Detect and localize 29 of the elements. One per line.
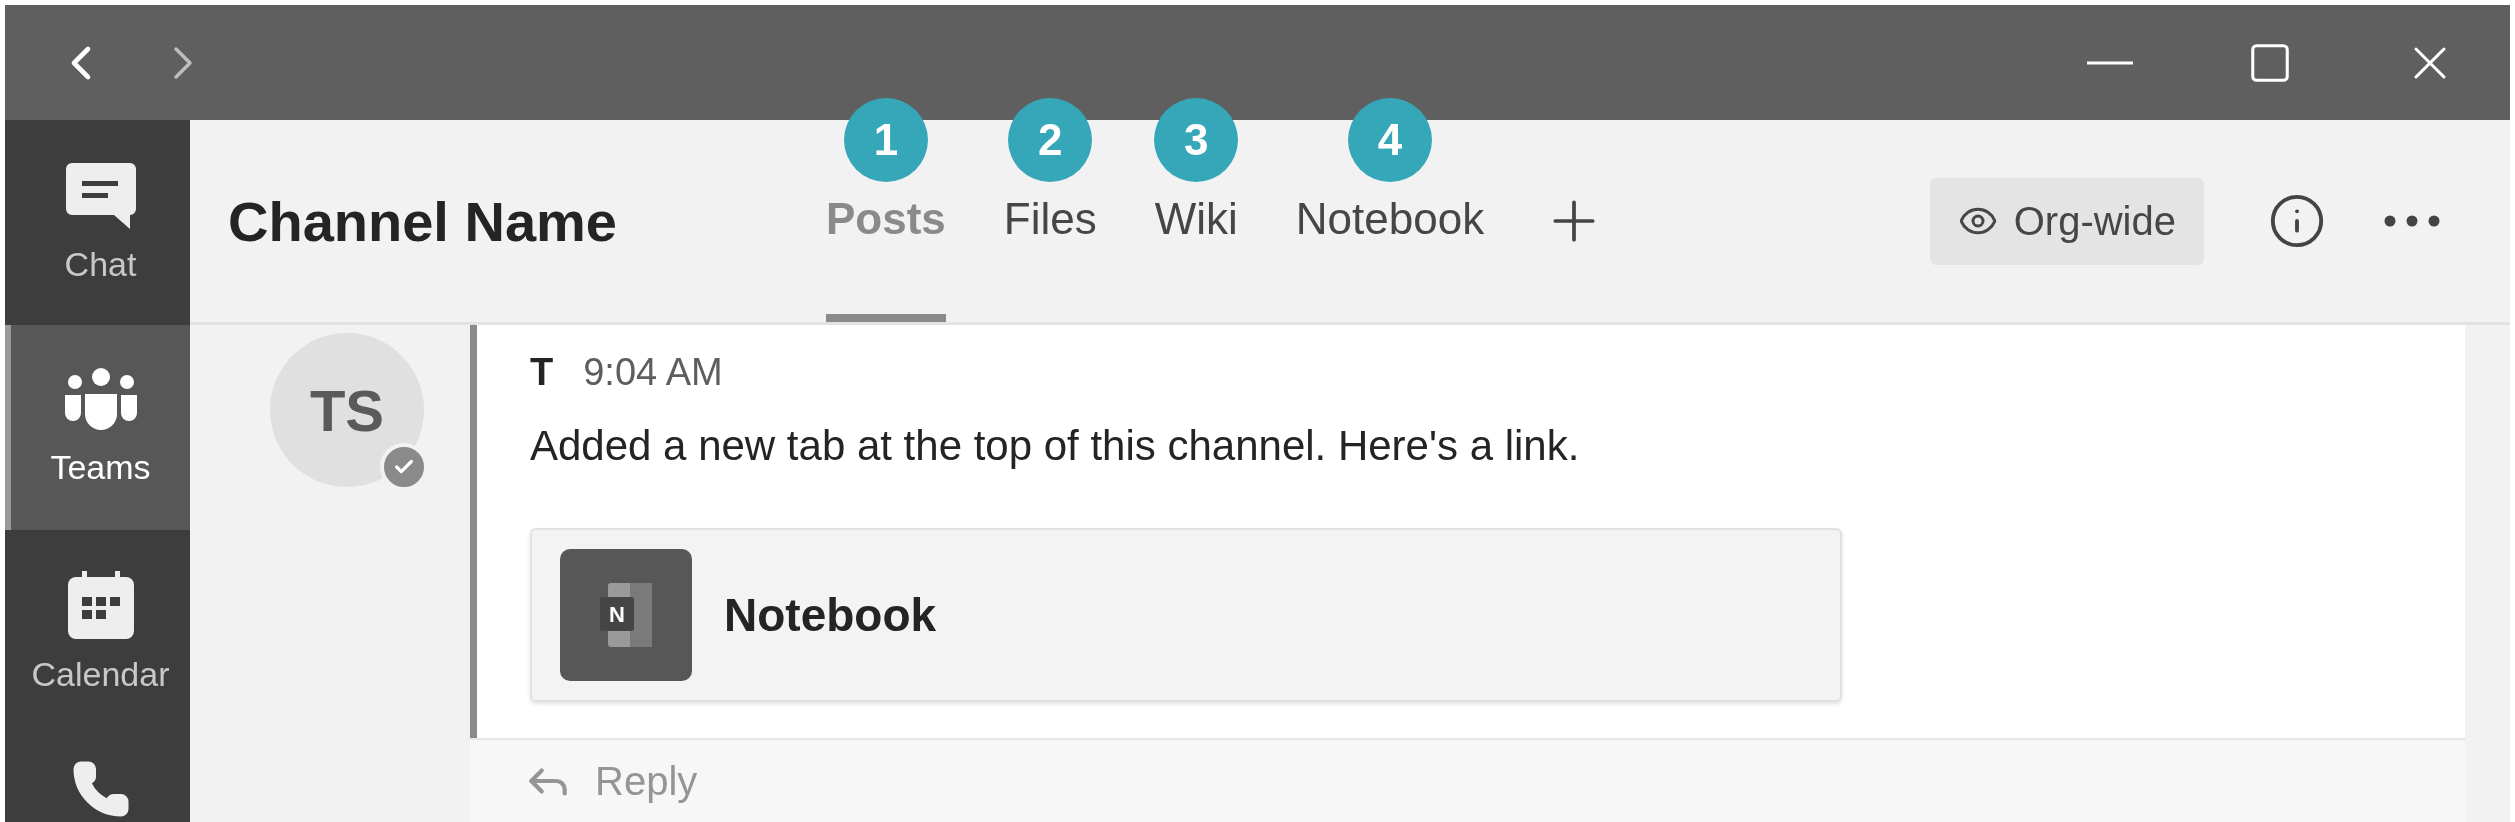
notebook-icon: N	[560, 549, 692, 681]
info-button[interactable]	[2268, 192, 2326, 250]
avatar: TS	[270, 333, 424, 487]
post-time: 9:04 AM	[583, 351, 723, 394]
more-button[interactable]	[2384, 215, 2440, 227]
tab-link-card[interactable]: N Notebook	[530, 528, 1842, 702]
sidebar-item[interactable]: Teams	[5, 325, 190, 530]
more-icon	[2384, 215, 2440, 227]
channel-title: Channel Name	[228, 188, 618, 254]
sidebar-item[interactable]: Calendar	[5, 530, 190, 735]
post-text: Added a new tab at the top of this channel. Here's a link.	[530, 422, 1581, 470]
number-badge: 3	[1154, 98, 1239, 182]
minimize-icon	[2087, 60, 2133, 65]
chat-icon	[63, 161, 138, 231]
tab[interactable]: Wiki	[1154, 194, 1238, 322]
number-badge: 1	[843, 98, 928, 182]
sidebar-label: Teams	[50, 448, 151, 487]
sidebar-label: Calendar	[31, 655, 170, 694]
sidebar-label: Chat	[64, 245, 137, 284]
number-badge: 4	[1348, 98, 1432, 182]
number-badge: 2	[1008, 98, 1093, 182]
org-wide-button[interactable]: Org-wide	[1929, 177, 2204, 265]
tab[interactable]: Files	[1003, 194, 1097, 322]
calendar-icon	[65, 571, 136, 641]
sidebar-item[interactable]: Chat	[5, 120, 190, 325]
info-icon	[2268, 192, 2326, 250]
author-name: T	[530, 351, 554, 394]
tab[interactable]: Notebook	[1295, 194, 1485, 322]
card-title: Notebook	[724, 588, 937, 642]
